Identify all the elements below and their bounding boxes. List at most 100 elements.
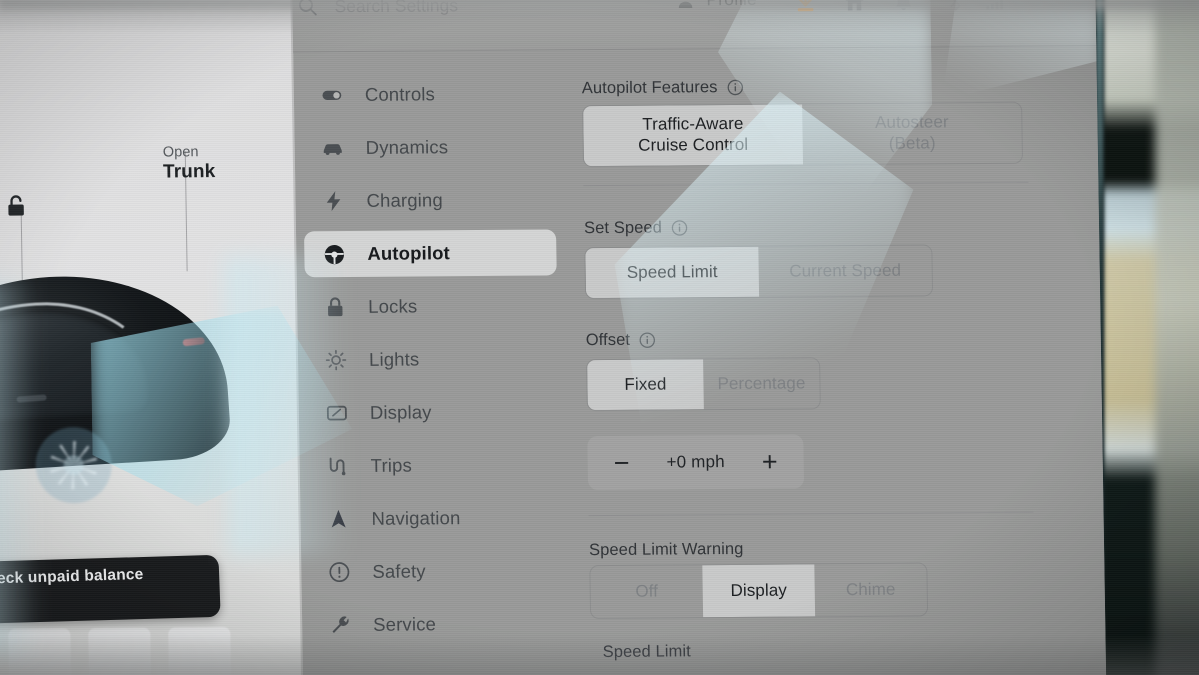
quick-card[interactable] xyxy=(88,627,152,675)
background-wall xyxy=(1155,0,1199,675)
sidebar-item-label: Trips xyxy=(370,454,413,476)
quick-card[interactable] xyxy=(8,628,72,675)
sidebar-item-lights[interactable]: Lights xyxy=(306,335,559,383)
sun-icon xyxy=(324,348,348,372)
section-header-set-speed: Set Speed xyxy=(584,218,688,238)
sidebar-item-display[interactable]: Display xyxy=(307,388,560,436)
sidebar-item-trips[interactable]: Trips xyxy=(307,441,560,489)
segment-label: Chime xyxy=(845,579,896,599)
toast-line-2: - Charging xyxy=(0,588,204,612)
search-input[interactable] xyxy=(334,0,615,20)
download-icon[interactable] xyxy=(793,0,817,15)
photo-scene: Open Trunk Check unpaid balance Search S… xyxy=(0,0,1199,675)
section-header-offset: Offset xyxy=(586,331,657,351)
segment-traffic-aware-cruise-control[interactable]: Traffic-Aware Cruise Control xyxy=(583,104,804,167)
segment-label: Autosteer (Beta) xyxy=(874,112,949,153)
unlock-icon[interactable] xyxy=(3,192,29,220)
stepper-value: +0 mph xyxy=(666,452,726,472)
bluetooth-icon[interactable] xyxy=(943,0,967,13)
person-icon xyxy=(678,1,693,8)
segment-label: Off xyxy=(635,581,659,601)
sidebar-item-label: Service xyxy=(373,613,437,635)
segment-chime[interactable]: Chime xyxy=(814,563,927,616)
autopilot-settings-content: Autopilot Features Traffic-Aware Cruise … xyxy=(571,47,1106,675)
sidebar-item-label: Autopilot xyxy=(367,242,451,264)
toast-line-1: lable - Check unpaid balance xyxy=(0,565,144,589)
segment-label: Traffic-Aware Cruise Control xyxy=(638,114,749,155)
lock-icon xyxy=(323,295,347,319)
home-icon[interactable] xyxy=(842,0,866,14)
sidebar-item-autopilot[interactable]: Autopilot xyxy=(304,229,557,278)
open-trunk-label[interactable]: Open Trunk xyxy=(163,144,216,184)
display-icon xyxy=(325,401,349,425)
exclamation-circle-icon xyxy=(327,560,351,584)
sidebar-item-label: Safety xyxy=(372,560,426,582)
sidebar-item-charging[interactable]: Charging xyxy=(303,176,556,224)
tesla-touchscreen: Open Trunk Check unpaid balance Search S… xyxy=(0,0,1107,675)
stepper-decrement-button[interactable]: − xyxy=(613,447,629,477)
quick-card[interactable] xyxy=(168,626,232,675)
offset-segmented-control[interactable]: Fixed Percentage xyxy=(586,357,821,412)
segment-display[interactable]: Display xyxy=(702,564,816,618)
sidebar-item-locks[interactable]: Locks xyxy=(305,282,558,330)
section-divider xyxy=(588,511,1034,517)
section-title: Offset xyxy=(585,330,631,350)
next-section-header-peek: Speed Limit xyxy=(602,642,692,662)
notification-toast[interactable]: lable - Check unpaid balance - Charging xyxy=(0,554,221,626)
speed-limit-warning-segmented-control[interactable]: Off Display Chime xyxy=(589,562,929,620)
car-icon xyxy=(321,136,345,160)
stepper-increment-button[interactable]: + xyxy=(762,446,778,476)
steering-wheel-icon xyxy=(322,242,346,266)
sidebar-item-label: Dynamics xyxy=(365,136,449,158)
segment-label: Current Speed xyxy=(789,260,902,281)
sidebar-item-navigation[interactable]: Navigation xyxy=(308,494,561,542)
bolt-icon[interactable] xyxy=(137,325,155,351)
navigation-arrow-icon xyxy=(326,507,350,531)
section-divider xyxy=(583,181,1029,187)
segment-current-speed[interactable]: Current Speed xyxy=(758,245,932,296)
wrench-icon xyxy=(328,613,352,637)
segment-autosteer-beta[interactable]: Autosteer (Beta) xyxy=(802,103,1022,165)
profile-button[interactable]: Profile xyxy=(675,0,757,10)
sidebar-item-label: Controls xyxy=(364,83,436,105)
section-title: Set Speed xyxy=(583,218,663,238)
info-icon[interactable] xyxy=(726,79,743,96)
car-status-panel: Open Trunk Check unpaid balance xyxy=(0,0,304,675)
section-header-speed-limit-warning: Speed Limit Warning xyxy=(589,540,744,560)
set-speed-segmented-control[interactable]: Speed Limit Current Speed xyxy=(584,244,934,300)
profile-label: Profile xyxy=(706,0,757,10)
settings-sidebar: Controls Dynamics Charging Autopilot Loc… xyxy=(293,51,573,675)
lte-signal-icon[interactable]: LTE xyxy=(984,0,1008,13)
segment-off[interactable]: Off xyxy=(590,565,703,618)
offset-stepper[interactable]: − +0 mph + xyxy=(587,434,805,491)
autopilot-features-segmented-control[interactable]: Traffic-Aware Cruise Control Autosteer (… xyxy=(582,101,1024,168)
section-title: Speed Limit Warning xyxy=(588,539,744,560)
segment-percentage[interactable]: Percentage xyxy=(703,358,820,409)
sidebar-item-label: Display xyxy=(369,401,432,423)
sidebar-item-controls[interactable]: Controls xyxy=(302,70,555,118)
trunk-action-small: Open xyxy=(162,144,199,161)
trips-icon xyxy=(326,454,350,478)
bell-icon[interactable] xyxy=(891,0,915,14)
info-icon[interactable] xyxy=(671,219,688,236)
segment-speed-limit[interactable]: Speed Limit xyxy=(585,246,760,299)
sidebar-item-label: Navigation xyxy=(371,507,461,529)
segment-fixed[interactable]: Fixed xyxy=(587,359,704,411)
sidebar-item-service[interactable]: Service xyxy=(310,600,563,648)
sidebar-item-label: Locks xyxy=(368,295,418,317)
section-title: Autopilot Features xyxy=(581,78,718,98)
info-icon[interactable] xyxy=(639,332,656,349)
segment-label: Speed Limit xyxy=(626,261,718,282)
toggle-icon xyxy=(320,83,344,107)
segment-label: Fixed xyxy=(624,374,667,394)
sidebar-item-dynamics[interactable]: Dynamics xyxy=(302,123,555,171)
car-render xyxy=(0,266,269,529)
trunk-action-large: Trunk xyxy=(162,161,216,183)
sidebar-item-label: Charging xyxy=(366,189,443,211)
section-header-autopilot-features: Autopilot Features xyxy=(582,78,744,98)
segment-label: Display xyxy=(730,580,788,600)
search-icon[interactable] xyxy=(296,0,318,17)
sidebar-item-label: Lights xyxy=(368,348,420,370)
car-wheel xyxy=(35,426,113,504)
sidebar-item-safety[interactable]: Safety xyxy=(309,547,562,595)
